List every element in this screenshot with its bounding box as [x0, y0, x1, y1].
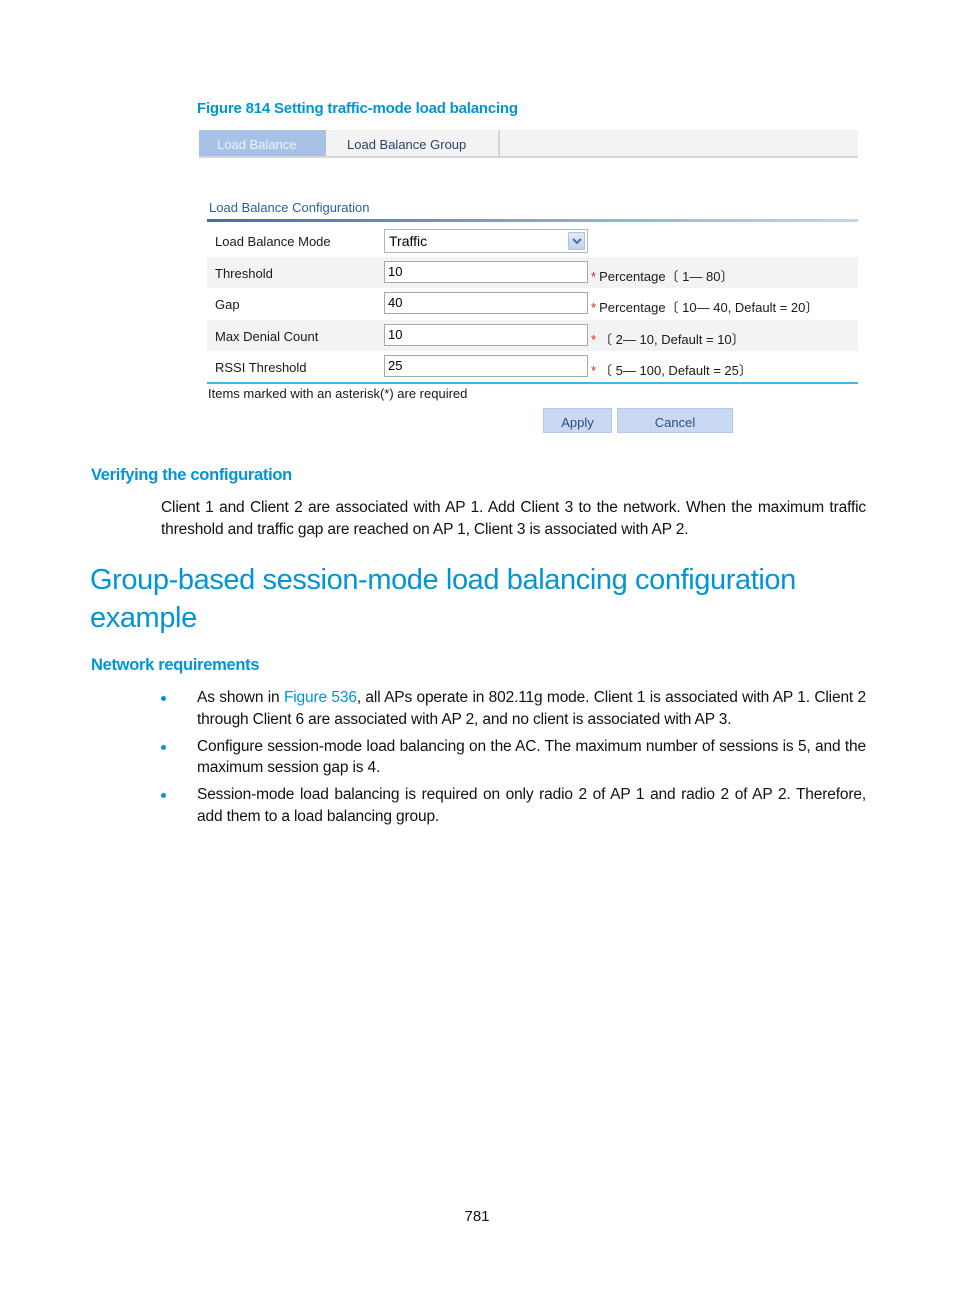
- chevron-down-icon[interactable]: [568, 232, 585, 250]
- bullet-icon: [161, 744, 166, 750]
- cancel-button[interactable]: Cancel: [617, 408, 733, 433]
- required-star: *: [591, 331, 597, 347]
- gap-hint: * Percentage〔 10— 40, Default = 20〕: [591, 297, 818, 316]
- max-denial-range: 〔 2— 10, Default = 10〕: [599, 331, 745, 347]
- gap-label: Gap: [215, 297, 240, 312]
- example-heading: Group-based session-mode load balancing …: [90, 564, 796, 634]
- requirements-list: As shown in Figure 536, all APs operate …: [161, 687, 866, 833]
- threshold-range: Percentage〔 1— 80〕: [599, 268, 734, 284]
- page-number: 781: [464, 1208, 490, 1225]
- mode-select[interactable]: Traffic: [384, 229, 588, 253]
- threshold-label: Threshold: [215, 265, 273, 281]
- form-row-max-denial: Max Denial Count 10 * 〔 2— 10, Default = …: [207, 319, 858, 351]
- list-item-text: Session-mode load balancing is required …: [197, 786, 866, 825]
- max-denial-hint: * 〔 2— 10, Default = 10〕: [591, 329, 745, 348]
- max-denial-input[interactable]: 10: [384, 323, 588, 346]
- form-row-gap: Gap 40 * Percentage〔 10— 40, Default = 20…: [207, 288, 858, 320]
- rssi-range: 〔 5— 100, Default = 25〕: [599, 363, 752, 378]
- list-item: Session-mode load balancing is required …: [161, 784, 866, 827]
- mode-select-value: Traffic: [389, 233, 428, 249]
- max-denial-label: Max Denial Count: [215, 328, 319, 344]
- section-divider: [207, 219, 858, 222]
- verify-paragraph: Client 1 and Client 2 are associated wit…: [161, 499, 866, 538]
- required-star: *: [591, 268, 597, 284]
- gap-range: Percentage〔 10— 40, Default = 20〕: [599, 300, 819, 315]
- figure-536-link[interactable]: Figure 536: [284, 689, 357, 706]
- list-item: As shown in Figure 536, all APs operate …: [161, 687, 866, 730]
- verify-heading: Verifying the configuration: [91, 466, 292, 484]
- section-title: Load Balance Configuration: [209, 200, 370, 215]
- form-row-rssi: RSSI Threshold 25 * 〔 5— 100, Default = 2…: [207, 351, 858, 383]
- tab-bar: Load Balance Load Balance Group: [199, 130, 858, 158]
- required-star: *: [591, 363, 597, 378]
- form-row-threshold: Threshold 10 * Percentage〔 1— 80〕: [207, 256, 858, 288]
- mode-label: Load Balance Mode: [215, 234, 331, 249]
- rssi-input[interactable]: 25: [384, 355, 588, 377]
- list-item: Configure session-mode load balancing on…: [161, 736, 866, 779]
- apply-button[interactable]: Apply: [543, 408, 612, 433]
- threshold-input[interactable]: 10: [384, 260, 588, 283]
- list-item-text: Configure session-mode load balancing on…: [197, 737, 866, 777]
- required-star: *: [591, 300, 597, 315]
- load-balance-form: Load Balance Mode Traffic Threshold 10 *…: [207, 225, 858, 383]
- bullet-icon: [161, 793, 166, 798]
- form-row-mode: Load Balance Mode Traffic: [207, 225, 858, 257]
- bullet-icon: [161, 696, 166, 701]
- figure-caption: Figure 814 Setting traffic-mode load bal…: [197, 100, 518, 117]
- tab-load-balance[interactable]: Load Balance: [199, 130, 326, 156]
- gap-input[interactable]: 40: [384, 292, 588, 314]
- threshold-hint: * Percentage〔 1— 80〕: [591, 266, 733, 285]
- form-divider: [207, 382, 858, 384]
- rssi-hint: * 〔 5— 100, Default = 25〕: [591, 360, 752, 379]
- network-requirements-heading: Network requirements: [91, 656, 260, 674]
- tab-load-balance-group[interactable]: Load Balance Group: [326, 130, 500, 156]
- list-item-text: As shown in: [197, 689, 284, 706]
- rssi-label: RSSI Threshold: [215, 360, 307, 375]
- required-note: Items marked with an asterisk(*) are req…: [208, 386, 468, 401]
